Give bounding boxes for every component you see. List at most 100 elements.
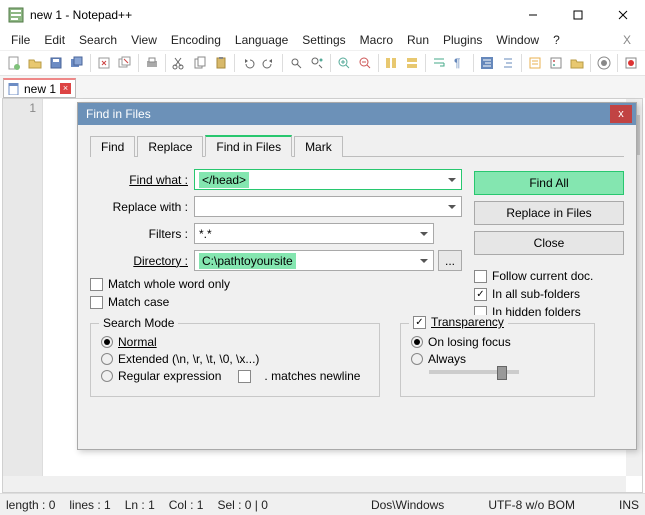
status-eol: Dos\Windows xyxy=(371,498,444,512)
match-whole-word-checkbox[interactable]: Match whole word only xyxy=(90,277,380,291)
menu-close-doc[interactable]: X xyxy=(613,31,641,49)
window-title: new 1 - Notepad++ xyxy=(30,8,510,22)
dialog-titlebar[interactable]: Find in Files x xyxy=(78,103,636,125)
filters-input[interactable]: *.* xyxy=(194,223,434,244)
find-in-files-dialog: Find in Files x Find Replace Find in Fil… xyxy=(77,102,637,450)
in-subfolders-checkbox[interactable]: In all sub-folders xyxy=(474,287,624,301)
tab-find[interactable]: Find xyxy=(90,136,135,157)
menu-run[interactable]: Run xyxy=(400,31,436,49)
replace-in-files-button[interactable]: Replace in Files xyxy=(474,201,624,225)
menu-plugins[interactable]: Plugins xyxy=(436,31,489,49)
closeall-icon[interactable] xyxy=(115,53,135,73)
search-mode-group: Search Mode Normal Extended (\n, \r, \t,… xyxy=(90,323,380,397)
menu-view[interactable]: View xyxy=(124,31,164,49)
dialog-close-button[interactable]: x xyxy=(610,105,632,123)
line-number: 1 xyxy=(29,101,36,115)
status-encoding: UTF-8 w/o BOM xyxy=(488,498,575,512)
transparency-group: Transparency On losing focus Always xyxy=(400,323,595,397)
radio-on-losing-focus[interactable]: On losing focus xyxy=(411,335,584,349)
find-icon[interactable] xyxy=(286,53,306,73)
minimize-button[interactable] xyxy=(510,1,555,30)
menu-settings[interactable]: Settings xyxy=(295,31,352,49)
maximize-button[interactable] xyxy=(555,1,600,30)
monitor-icon[interactable] xyxy=(594,53,614,73)
replace-with-input[interactable] xyxy=(194,196,462,217)
transparency-checkbox[interactable]: Transparency xyxy=(409,315,508,329)
undo-icon[interactable] xyxy=(238,53,258,73)
print-icon[interactable] xyxy=(142,53,162,73)
folderasws-icon[interactable] xyxy=(567,53,587,73)
directory-input[interactable]: C:\pathtoyoursite xyxy=(194,250,434,271)
window-titlebar: new 1 - Notepad++ xyxy=(0,0,645,30)
status-ln: Ln : 1 xyxy=(125,498,155,512)
save-icon[interactable] xyxy=(46,53,66,73)
sync-v-icon[interactable] xyxy=(382,53,402,73)
saveall-icon[interactable] xyxy=(67,53,87,73)
tab-replace[interactable]: Replace xyxy=(137,136,203,157)
menu-window[interactable]: Window xyxy=(489,31,546,49)
indent-icon[interactable] xyxy=(477,53,497,73)
menu-edit[interactable]: Edit xyxy=(37,31,72,49)
svg-text:¶: ¶ xyxy=(454,56,460,70)
menu-encoding[interactable]: Encoding xyxy=(164,31,228,49)
menu-search[interactable]: Search xyxy=(72,31,124,49)
transparency-slider[interactable] xyxy=(429,370,519,374)
funclist-icon[interactable] xyxy=(546,53,566,73)
copy-icon[interactable] xyxy=(190,53,210,73)
tab-label: new 1 xyxy=(24,82,56,96)
redo-icon[interactable] xyxy=(259,53,279,73)
status-mode: INS xyxy=(619,498,639,512)
close-button[interactable] xyxy=(600,1,645,30)
record-icon[interactable] xyxy=(621,53,641,73)
close-button-dialog[interactable]: Close xyxy=(474,231,624,255)
cut-icon[interactable] xyxy=(169,53,189,73)
status-sel: Sel : 0 | 0 xyxy=(217,498,267,512)
find-all-button[interactable]: Find All xyxy=(474,171,624,195)
status-lines: lines : 1 xyxy=(69,498,110,512)
outdent-icon[interactable] xyxy=(498,53,518,73)
status-length: length : 0 xyxy=(6,498,55,512)
toolbar: ¶ xyxy=(0,50,645,76)
doc-icon xyxy=(8,83,20,95)
open-icon[interactable] xyxy=(25,53,45,73)
radio-extended[interactable]: Extended (\n, \r, \t, \0, \x...) xyxy=(101,352,369,366)
filters-label: Filters : xyxy=(90,227,194,241)
document-tab[interactable]: new 1 × xyxy=(3,78,76,98)
tab-find-in-files[interactable]: Find in Files xyxy=(205,135,292,157)
new-icon[interactable] xyxy=(4,53,24,73)
follow-current-doc-checkbox[interactable]: Follow current doc. xyxy=(474,269,624,283)
browse-button[interactable]: ... xyxy=(438,250,462,271)
radio-regex[interactable]: Regular expression . matches newline xyxy=(101,369,369,383)
horizontal-scrollbar[interactable] xyxy=(3,476,626,492)
menu-language[interactable]: Language xyxy=(228,31,295,49)
close-doc-icon[interactable] xyxy=(94,53,114,73)
match-case-checkbox[interactable]: Match case xyxy=(90,295,380,309)
statusbar: length : 0 lines : 1 Ln : 1 Col : 1 Sel … xyxy=(0,493,645,515)
app-icon xyxy=(8,7,24,23)
paste-icon[interactable] xyxy=(211,53,231,73)
radio-always[interactable]: Always xyxy=(411,352,584,366)
directory-label: Directory : xyxy=(90,254,194,268)
replace-icon[interactable] xyxy=(307,53,327,73)
wrap-icon[interactable] xyxy=(429,53,449,73)
showchars-icon[interactable]: ¶ xyxy=(450,53,470,73)
status-col: Col : 1 xyxy=(169,498,204,512)
tab-mark[interactable]: Mark xyxy=(294,136,343,157)
radio-normal[interactable]: Normal xyxy=(101,335,369,349)
search-mode-title: Search Mode xyxy=(99,316,178,330)
dialog-tabs: Find Replace Find in Files Mark xyxy=(90,135,624,157)
zoomin-icon[interactable] xyxy=(334,53,354,73)
line-gutter: 1 xyxy=(3,99,43,492)
sync-h-icon[interactable] xyxy=(402,53,422,73)
zoomout-icon[interactable] xyxy=(355,53,375,73)
find-label: Find what : xyxy=(129,173,188,187)
document-tabstrip: new 1 × xyxy=(0,76,645,98)
matches-newline-checkbox[interactable] xyxy=(238,370,251,383)
find-what-input[interactable]: </head> xyxy=(194,169,462,190)
doclist-icon[interactable] xyxy=(525,53,545,73)
menu-file[interactable]: File xyxy=(4,31,37,49)
menu-help[interactable]: ? xyxy=(546,31,567,49)
tab-close-icon[interactable]: × xyxy=(60,83,71,94)
menubar: File Edit Search View Encoding Language … xyxy=(0,30,645,50)
menu-macro[interactable]: Macro xyxy=(353,31,400,49)
